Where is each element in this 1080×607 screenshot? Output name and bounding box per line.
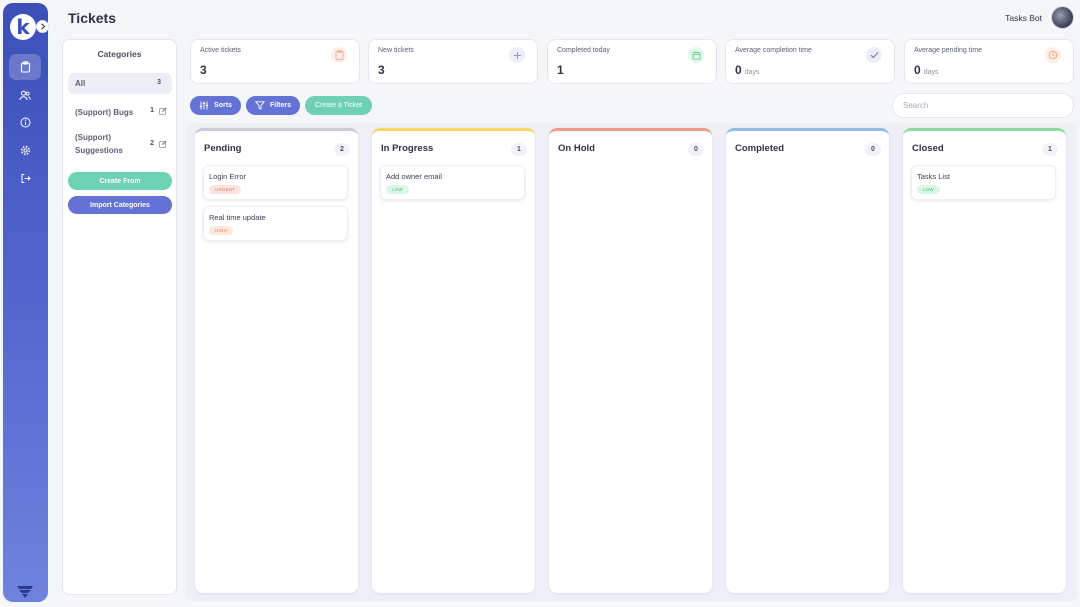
- priority-badge: HIGH: [209, 226, 234, 235]
- gear-icon: [20, 145, 30, 155]
- users-icon: [19, 90, 31, 100]
- import-categories-button[interactable]: Import Categories: [68, 196, 172, 214]
- avatar[interactable]: [1051, 6, 1074, 29]
- column-count: 0: [688, 143, 704, 156]
- sidebar-item-settings[interactable]: [9, 137, 41, 163]
- column-closed: Closed 1 Tasks List LOW: [903, 128, 1066, 593]
- ticket-card[interactable]: Add owner email LOW: [380, 165, 525, 200]
- ticket-title: Login Error: [209, 172, 247, 181]
- sidebar-collapse-button[interactable]: [36, 20, 49, 33]
- edit-icon[interactable]: [159, 107, 167, 117]
- column-count: 1: [1042, 143, 1058, 156]
- column-on-hold: On Hold 0: [549, 128, 712, 593]
- categories-panel: Categories All 3 (Support) Bugs 1 (Suppo…: [62, 39, 177, 595]
- category-count: 2: [150, 140, 154, 147]
- column-title: Completed: [735, 143, 785, 154]
- clipboard-icon: [331, 47, 347, 63]
- brand-mark-icon: [16, 585, 34, 604]
- column-title: In Progress: [381, 143, 434, 154]
- sidebar-item-users[interactable]: [9, 82, 41, 108]
- sorts-button[interactable]: Sorts: [190, 96, 241, 115]
- category-name: (Support) Suggestions: [75, 133, 124, 155]
- column-count: 2: [334, 143, 350, 156]
- column-count: 0: [865, 143, 881, 156]
- stat-value: 1: [557, 63, 564, 77]
- stat-card-average-pending-time: Average pending time 0 days: [904, 39, 1074, 84]
- stat-label: Average pending time: [914, 47, 982, 54]
- ticket-card[interactable]: Real time update HIGH: [203, 206, 348, 241]
- column-completed: Completed 0: [726, 128, 889, 593]
- category-count: 1: [150, 107, 154, 114]
- create-ticket-button[interactable]: Create a Ticket: [305, 96, 372, 115]
- sidebar-rail: k: [3, 3, 48, 602]
- category-name: (Support) Bugs: [75, 108, 134, 117]
- edit-icon[interactable]: [159, 140, 167, 150]
- sidebar-item-tickets[interactable]: [9, 54, 41, 80]
- column-title: On Hold: [558, 143, 595, 154]
- filters-label: Filters: [269, 102, 291, 109]
- filter-icon: [254, 101, 265, 110]
- ticket-title: Real time update: [209, 213, 266, 222]
- ticket-card[interactable]: Login Error URGENT: [203, 165, 348, 200]
- stat-label: Active tickets: [200, 47, 241, 54]
- category-item-bugs[interactable]: (Support) Bugs 1: [68, 102, 172, 123]
- priority-badge: URGENT: [209, 185, 242, 194]
- category-count: 3: [157, 79, 161, 86]
- column-count: 1: [511, 143, 527, 156]
- sidebar-item-info[interactable]: [9, 109, 41, 135]
- ticket-title: Add owner email: [386, 172, 442, 181]
- calendar-icon: [688, 47, 704, 63]
- category-item-suggestions[interactable]: (Support) Suggestions 2: [68, 129, 172, 161]
- ticket-title: Tasks List: [917, 172, 950, 181]
- stat-card-completed-today: Completed today 1: [547, 39, 717, 84]
- clipboard-icon: [20, 61, 30, 73]
- filters-button[interactable]: Filters: [246, 96, 300, 115]
- sliders-icon: [199, 101, 209, 110]
- logout-icon: [21, 173, 31, 183]
- ticket-card[interactable]: Tasks List LOW: [911, 165, 1056, 200]
- categories-title: Categories: [97, 49, 142, 59]
- page-title: Tickets: [68, 10, 116, 26]
- stat-unit: days: [923, 69, 939, 76]
- user-name[interactable]: Tasks Bot: [970, 13, 1042, 23]
- stat-label: Average completion time: [735, 47, 812, 54]
- priority-badge: LOW: [917, 185, 940, 194]
- stat-value: 0 days: [914, 63, 939, 77]
- stat-card-new-tickets: New tickets 3: [368, 39, 538, 84]
- column-in-progress: In Progress 1 Add owner email LOW: [372, 128, 535, 593]
- stat-value: 0 days: [735, 63, 760, 77]
- plus-icon: [509, 47, 525, 63]
- info-icon: [20, 117, 30, 127]
- clock-icon: [1045, 47, 1061, 63]
- priority-badge: LOW: [386, 185, 409, 194]
- create-ticket-label: Create a Ticket: [314, 102, 363, 109]
- chevron-right-icon: [40, 23, 45, 30]
- column-pending: Pending 2 Login Error URGENT Real time u…: [195, 128, 358, 593]
- create-from-button[interactable]: Create From: [68, 172, 172, 190]
- check-icon: [866, 47, 882, 63]
- sorts-label: Sorts: [214, 102, 232, 109]
- column-title: Pending: [204, 143, 242, 154]
- column-title: Closed: [912, 143, 944, 154]
- stat-card-active-tickets: Active tickets 3: [190, 39, 360, 84]
- search-input[interactable]: [892, 93, 1074, 118]
- category-name: All: [75, 79, 86, 88]
- sidebar-item-logout[interactable]: [9, 165, 41, 191]
- stat-unit: days: [744, 69, 760, 76]
- category-item-all[interactable]: All 3: [68, 73, 172, 94]
- stat-card-average-completion-time: Average completion time 0 days: [725, 39, 895, 84]
- stat-label: New tickets: [378, 47, 414, 54]
- stat-value: 3: [378, 63, 385, 77]
- stat-value: 3: [200, 63, 207, 77]
- stat-label: Completed today: [557, 47, 610, 54]
- app-logo[interactable]: k: [10, 14, 36, 40]
